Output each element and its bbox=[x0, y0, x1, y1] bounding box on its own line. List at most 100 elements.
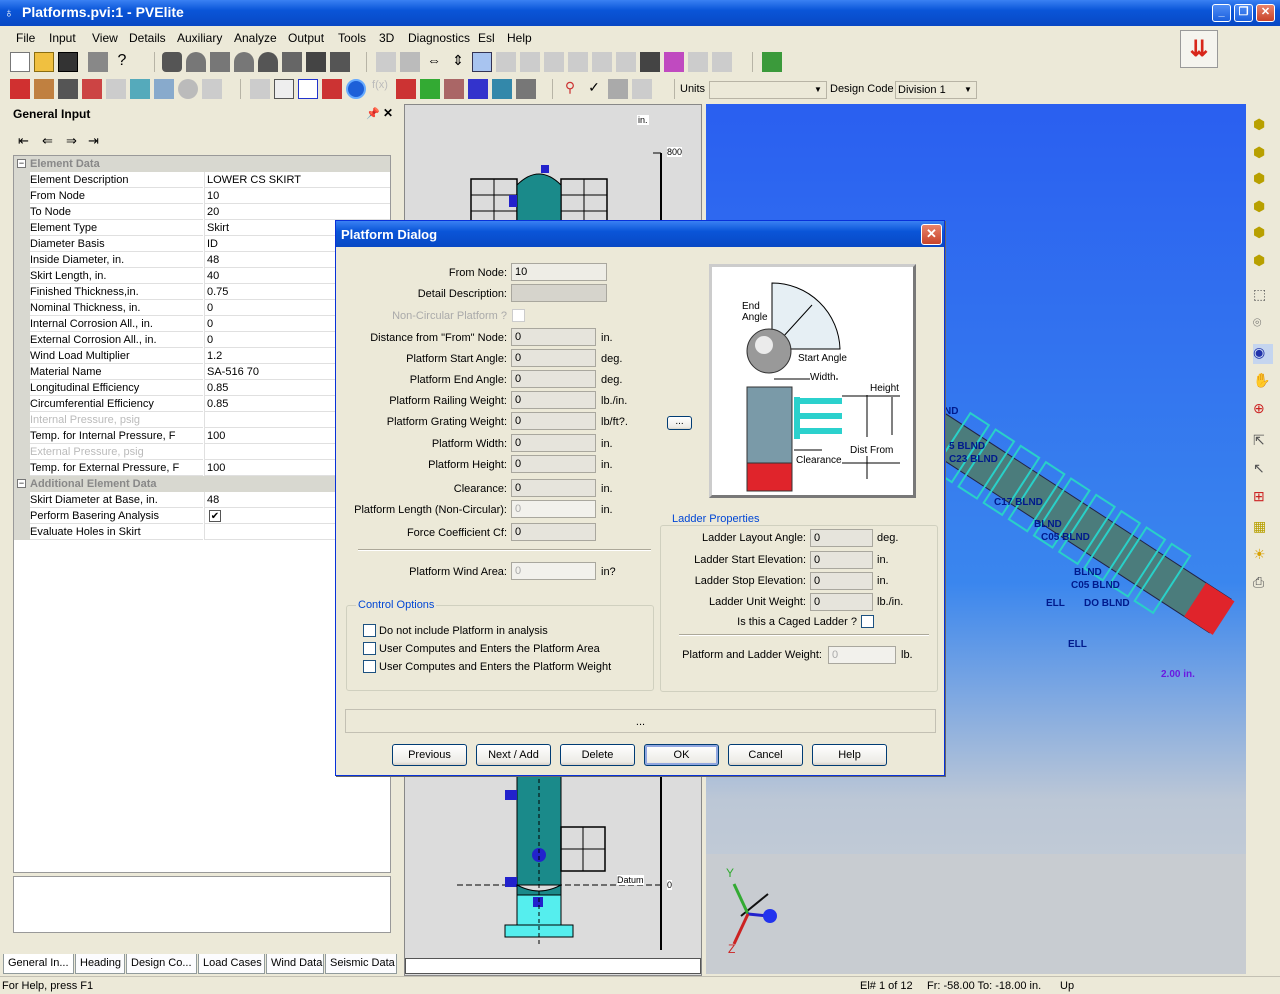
menu-esl[interactable]: Esl bbox=[478, 31, 495, 45]
detail-5-icon[interactable] bbox=[592, 52, 612, 72]
arrows-icon[interactable] bbox=[468, 79, 488, 99]
last-element-icon[interactable]: ⇥ bbox=[88, 133, 99, 149]
tab-heading[interactable]: Heading bbox=[75, 954, 125, 974]
tool-gray-2-icon[interactable] bbox=[632, 79, 652, 99]
view-top-icon[interactable]: ⬢ bbox=[1253, 252, 1273, 272]
table-icon[interactable] bbox=[130, 79, 150, 99]
orbit-icon[interactable]: ◉ bbox=[1253, 344, 1273, 364]
zoom-icon[interactable]: ⊕ bbox=[1253, 400, 1273, 420]
screen-icon[interactable] bbox=[492, 79, 512, 99]
select-icon[interactable]: ⇱ bbox=[1253, 432, 1273, 452]
pointer-icon[interactable]: ↖ bbox=[1253, 460, 1273, 480]
restore-button[interactable]: ❐ bbox=[1234, 4, 1253, 22]
first-element-icon[interactable]: ⇤ bbox=[18, 133, 29, 149]
collapse-icon[interactable]: − bbox=[17, 479, 26, 488]
flange-icon[interactable] bbox=[210, 52, 230, 72]
tab-general-input[interactable]: General In... bbox=[3, 954, 74, 974]
split-icon[interactable] bbox=[400, 52, 420, 72]
ladder-start-elevation-field[interactable]: 0 bbox=[810, 551, 873, 569]
new-file-icon[interactable] bbox=[10, 52, 30, 72]
zoom-extents-icon[interactable]: ⌾ bbox=[1253, 314, 1273, 334]
check-icon[interactable]: ✓ bbox=[584, 79, 604, 99]
open-file-icon[interactable] bbox=[34, 52, 54, 72]
menu-output[interactable]: Output bbox=[288, 31, 324, 45]
chart-icon[interactable] bbox=[10, 79, 30, 99]
head-icon[interactable] bbox=[186, 52, 206, 72]
search-icon[interactable] bbox=[154, 79, 174, 99]
function-icon[interactable]: f(x) bbox=[370, 79, 390, 99]
menu-file[interactable]: File bbox=[16, 31, 35, 45]
user-area-checkbox[interactable] bbox=[363, 642, 376, 655]
ladder-stop-elevation-field[interactable]: 0 bbox=[810, 572, 873, 590]
menu-view[interactable]: View bbox=[92, 31, 118, 45]
menu-details[interactable]: Details bbox=[129, 31, 166, 45]
detail-3-icon[interactable] bbox=[544, 52, 564, 72]
previous-button[interactable]: Previous bbox=[392, 744, 467, 766]
tool-5-icon[interactable] bbox=[106, 79, 126, 99]
hammer-icon[interactable] bbox=[444, 79, 464, 99]
angle-icon[interactable] bbox=[202, 79, 222, 99]
view-back-icon[interactable]: ⬢ bbox=[1253, 170, 1273, 190]
detail-8-icon[interactable] bbox=[712, 52, 732, 72]
tab-design-constraints[interactable]: Design Co... bbox=[126, 954, 197, 974]
print-icon[interactable] bbox=[88, 52, 108, 72]
caged-ladder-checkbox[interactable] bbox=[861, 615, 874, 628]
minimize-button[interactable]: _ bbox=[1212, 4, 1231, 22]
nozzle-list-icon[interactable] bbox=[516, 79, 536, 99]
help-icon[interactable]: ? bbox=[112, 52, 132, 72]
start-angle-field[interactable]: 0 bbox=[511, 349, 596, 367]
conical-icon[interactable] bbox=[234, 52, 254, 72]
basering-icon[interactable] bbox=[306, 52, 326, 72]
category-element-data[interactable]: − Element Data bbox=[14, 156, 390, 172]
help-button[interactable]: Help bbox=[812, 744, 887, 766]
distance-from-node-field[interactable]: 0 bbox=[511, 328, 596, 346]
drawing-scrollbar[interactable] bbox=[405, 958, 701, 974]
detail-2-icon[interactable] bbox=[520, 52, 540, 72]
nozzle-icon[interactable] bbox=[82, 79, 102, 99]
ladder-unit-weight-field[interactable]: 0 bbox=[810, 593, 873, 611]
tab-load-cases[interactable]: Load Cases bbox=[198, 954, 265, 974]
from-node-field[interactable]: 10 bbox=[511, 263, 607, 281]
wind-area-field[interactable]: 0 bbox=[511, 562, 596, 580]
cylinder-icon[interactable] bbox=[162, 52, 182, 72]
next-element-icon[interactable]: ⇒ bbox=[66, 133, 77, 149]
abc-icon[interactable] bbox=[420, 79, 440, 99]
grid-icon[interactable] bbox=[472, 52, 492, 72]
view-cube-icon[interactable]: ⬢ bbox=[1253, 116, 1273, 136]
clearance-field[interactable]: 0 bbox=[511, 479, 596, 497]
pl-weight-field[interactable]: 0 bbox=[828, 646, 896, 664]
menu-tools[interactable]: Tools bbox=[338, 31, 366, 45]
save-icon[interactable] bbox=[58, 52, 78, 72]
tab-wind-data[interactable]: Wind Data bbox=[266, 954, 324, 974]
measure-icon[interactable]: ⊞ bbox=[1253, 488, 1273, 508]
view-front-icon[interactable]: ⬢ bbox=[1253, 144, 1273, 164]
prop-row[interactable]: To Node 20 bbox=[14, 204, 390, 220]
detail-description-field[interactable] bbox=[511, 284, 607, 302]
platform-height-field[interactable]: 0 bbox=[511, 455, 596, 473]
detail-7-icon[interactable] bbox=[688, 52, 708, 72]
lug-icon[interactable] bbox=[330, 52, 350, 72]
pin-icon[interactable]: 📌 bbox=[366, 107, 380, 120]
monitor-icon[interactable] bbox=[298, 79, 318, 99]
report-icon[interactable] bbox=[274, 79, 294, 99]
component-icon[interactable] bbox=[58, 79, 78, 99]
menu-input[interactable]: Input bbox=[49, 31, 76, 45]
tray-icon[interactable] bbox=[640, 52, 660, 72]
detail-1-icon[interactable] bbox=[496, 52, 516, 72]
pan-hand-icon[interactable]: ✋ bbox=[1253, 372, 1273, 392]
export-button[interactable]: ⇊ bbox=[1180, 30, 1218, 68]
zoom-window-icon[interactable]: ⬚ bbox=[1253, 286, 1273, 306]
grating-browse-button[interactable]: ... bbox=[667, 416, 692, 430]
menu-analyze[interactable]: Analyze bbox=[234, 31, 277, 45]
detail-4-icon[interactable] bbox=[568, 52, 588, 72]
units-select[interactable]: ▼ bbox=[709, 81, 827, 99]
circle-icon[interactable] bbox=[178, 79, 198, 99]
platform-length-field[interactable]: 0 bbox=[511, 500, 596, 518]
graph-icon[interactable] bbox=[762, 52, 782, 72]
flip-horizontal-icon[interactable]: ⇔ bbox=[424, 52, 444, 72]
end-angle-field[interactable]: 0 bbox=[511, 370, 596, 388]
collapse-icon[interactable]: − bbox=[17, 159, 26, 168]
flip-vertical-icon[interactable]: ⇕ bbox=[448, 52, 468, 72]
user-weight-checkbox[interactable] bbox=[363, 660, 376, 673]
platform-width-field[interactable]: 0 bbox=[511, 434, 596, 452]
